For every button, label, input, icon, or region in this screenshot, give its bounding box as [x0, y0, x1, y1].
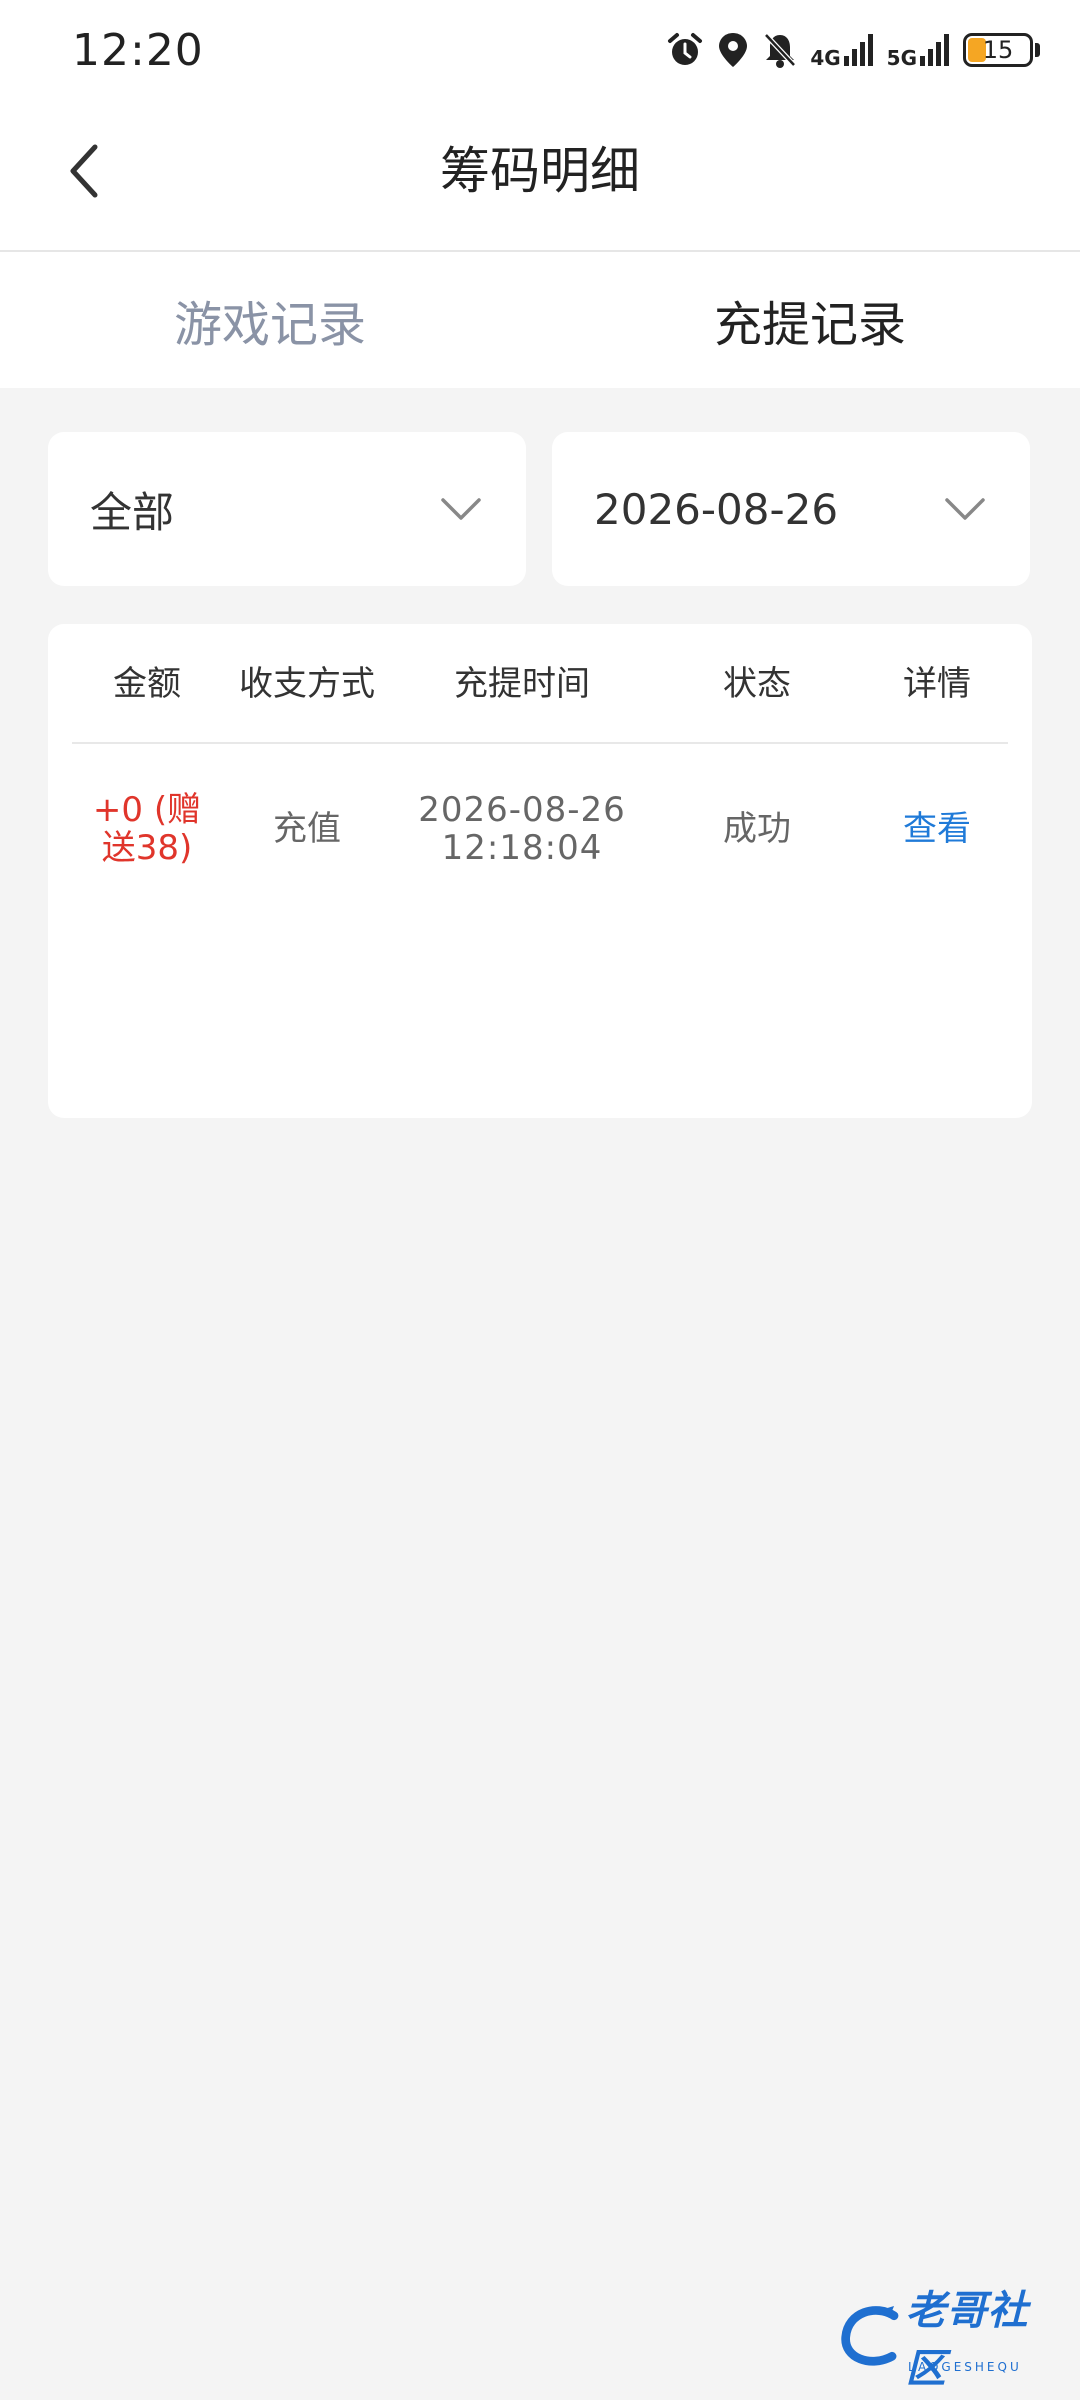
- column-header-detail: 详情: [903, 664, 971, 704]
- status-icons: 4G 5G 15: [666, 31, 1040, 69]
- app-header: 筹码明细: [0, 100, 1080, 252]
- amount-line-2: 送38): [101, 828, 193, 868]
- cell-time: 2026-08-26 12:18:04: [392, 744, 652, 914]
- chevron-down-icon: [945, 498, 985, 520]
- signal-bars-icon: [843, 34, 873, 66]
- date-filter-value: 2026-08-26: [594, 484, 839, 534]
- cell-amount: +0 (赠 送38): [82, 744, 212, 914]
- page: 12:20 4G 5G 15 筹码明细 游戏记录 充提记录 全部 2026-08…: [0, 0, 1080, 2400]
- chevron-down-icon: [441, 498, 481, 520]
- network-label-4g: 4G: [810, 46, 841, 70]
- battery-indicator: 15: [963, 33, 1040, 67]
- cell-status: 成功: [723, 809, 791, 849]
- amount-line-1: +0 (赠: [92, 790, 202, 830]
- battery-cap: [1035, 43, 1040, 57]
- signal-bars-icon: [920, 34, 949, 66]
- type-filter-dropdown[interactable]: 全部: [48, 432, 526, 586]
- alarm-icon: [666, 31, 704, 69]
- type-filter-value: 全部: [90, 487, 175, 537]
- records-table: 金额 收支方式 充提时间 状态 详情 +0 (赠 送38) 充值 2026-08…: [48, 624, 1032, 1118]
- watermark-subtext: LAOGESHEQU: [908, 2360, 1022, 2374]
- battery-icon: 15: [963, 33, 1033, 67]
- table-row: +0 (赠 送38) 充值 2026-08-26 12:18:04 成功 查看: [72, 744, 1008, 914]
- location-icon: [716, 31, 750, 69]
- status-time: 12:20: [72, 24, 204, 76]
- time-date: 2026-08-26: [418, 790, 626, 830]
- column-header-time: 充提时间: [454, 664, 590, 704]
- view-detail-link[interactable]: 查看: [872, 744, 1002, 914]
- signal-5g: 5G: [887, 32, 951, 68]
- status-bar: 12:20 4G 5G 15: [0, 0, 1080, 100]
- dragon-logo-icon: [841, 2306, 899, 2366]
- signal-4g: 4G: [810, 32, 874, 68]
- column-header-status: 状态: [723, 664, 791, 704]
- column-header-amount: 金额: [113, 664, 181, 704]
- tab-game-records[interactable]: 游戏记录: [0, 252, 540, 388]
- column-header-method: 收支方式: [239, 664, 375, 704]
- watermark-text: 老哥社区: [905, 2288, 1029, 2392]
- network-label-5g: 5G: [886, 46, 917, 70]
- watermark-logo: 老哥社区 LAOGESHEQU: [838, 2288, 1064, 2392]
- page-title: 筹码明细: [440, 142, 640, 200]
- time-clock: 12:18:04: [441, 828, 603, 868]
- battery-level: 15: [982, 36, 1014, 64]
- table-header: 金额 收支方式 充提时间 状态 详情: [72, 624, 1008, 744]
- record-tabs: 游戏记录 充提记录: [0, 252, 1080, 388]
- tab-deposit-withdraw-records[interactable]: 充提记录: [540, 252, 1080, 388]
- cell-method: 充值: [273, 809, 341, 849]
- date-filter-dropdown[interactable]: 2026-08-26: [552, 432, 1030, 586]
- bell-muted-icon: [762, 31, 798, 69]
